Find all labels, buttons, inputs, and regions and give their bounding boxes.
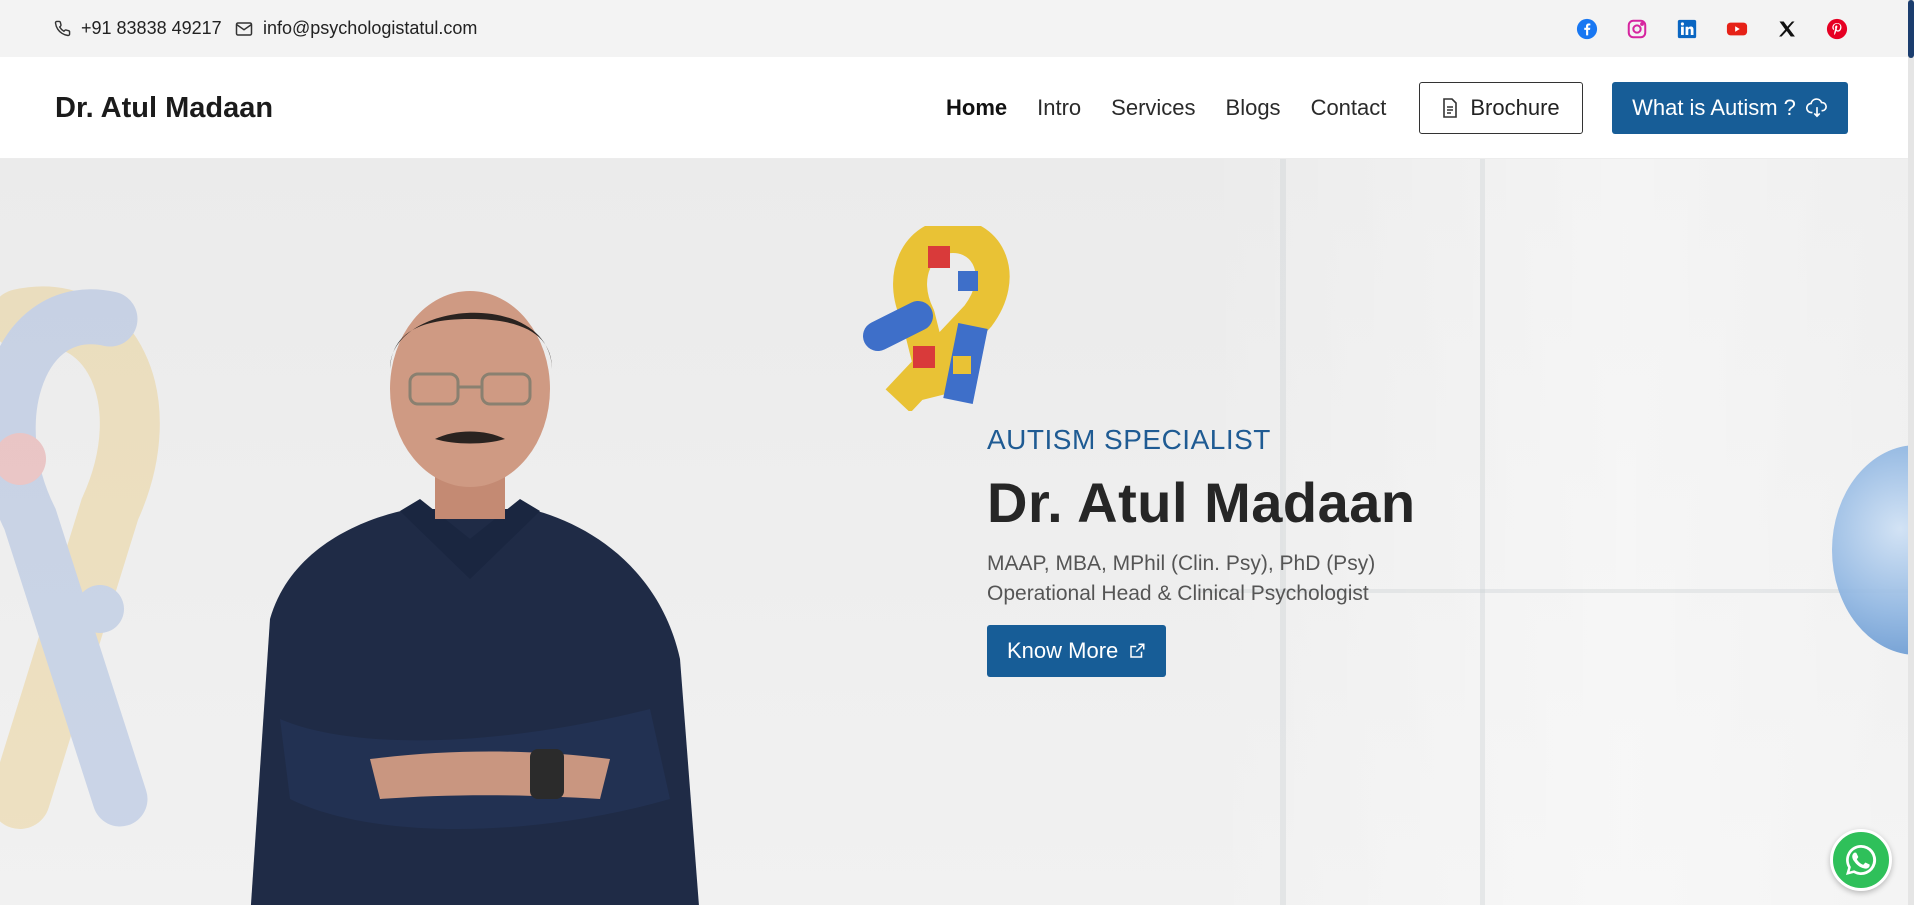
- main-header: Dr. Atul Madaan Home Intro Services Blog…: [0, 57, 1908, 159]
- phone-icon: [54, 20, 71, 37]
- cloud-download-icon: [1805, 98, 1827, 118]
- social-links: [1576, 0, 1848, 57]
- phone-contact[interactable]: +91 83838 49217: [54, 0, 222, 57]
- nav-contact[interactable]: Contact: [1311, 95, 1387, 121]
- site-brand[interactable]: Dr. Atul Madaan: [55, 57, 273, 159]
- email-contact[interactable]: info@psychologistatul.com: [235, 0, 477, 57]
- linkedin-icon[interactable]: [1676, 18, 1698, 40]
- hero-section: AUTISM SPECIALIST Dr. Atul Madaan MAAP, …: [0, 159, 1908, 905]
- whatsapp-icon: [1846, 844, 1877, 875]
- nav-blogs[interactable]: Blogs: [1226, 95, 1281, 121]
- mail-icon: [235, 21, 253, 36]
- facebook-icon[interactable]: [1576, 18, 1598, 40]
- scrollbar-track[interactable]: [1908, 0, 1914, 905]
- pinterest-icon[interactable]: [1826, 18, 1848, 40]
- instagram-icon[interactable]: [1626, 18, 1648, 40]
- top-bar: +91 83838 49217 info@psychologistatul.co…: [0, 0, 1908, 57]
- hero-qualifications: MAAP, MBA, MPhil (Clin. Psy), PhD (Psy): [987, 552, 1376, 575]
- nav-services[interactable]: Services: [1111, 95, 1195, 121]
- youtube-icon[interactable]: [1726, 18, 1748, 40]
- scrollbar-thumb[interactable]: [1908, 0, 1914, 58]
- nav-intro[interactable]: Intro: [1037, 95, 1081, 121]
- document-icon: [1443, 98, 1458, 118]
- doctor-portrait: [250, 291, 699, 905]
- email-address: info@psychologistatul.com: [263, 18, 478, 38]
- phone-number: +91 83838 49217: [81, 18, 222, 38]
- autism-awareness-ribbon-image: [863, 226, 1010, 411]
- external-link-icon: [1130, 643, 1145, 658]
- hero-eyebrow: AUTISM SPECIALIST: [987, 424, 1271, 455]
- main-nav: Home Intro Services Blogs Contact: [946, 57, 1416, 159]
- hero-title: Dr. Atul Madaan: [987, 471, 1416, 534]
- hero-content: AUTISM SPECIALIST Dr. Atul Madaan MAAP, …: [987, 424, 1687, 677]
- know-more-button[interactable]: Know More: [987, 625, 1167, 677]
- hero-subtitle: MAAP, MBA, MPhil (Clin. Psy), PhD (Psy) …: [987, 549, 1687, 609]
- puzzle-ribbon-background-image: [0, 286, 160, 829]
- brochure-label: Brochure: [1470, 95, 1560, 120]
- whatsapp-chat-button[interactable]: [1830, 829, 1892, 891]
- what-is-autism-label: What is Autism ?: [1632, 95, 1796, 120]
- know-more-label: Know More: [1007, 638, 1119, 663]
- x-icon[interactable]: [1776, 18, 1798, 40]
- nav-home[interactable]: Home: [946, 95, 1007, 121]
- what-is-autism-button[interactable]: What is Autism ?: [1612, 82, 1848, 134]
- brochure-button[interactable]: Brochure: [1419, 82, 1583, 134]
- hero-role: Operational Head & Clinical Psychologist: [987, 582, 1369, 605]
